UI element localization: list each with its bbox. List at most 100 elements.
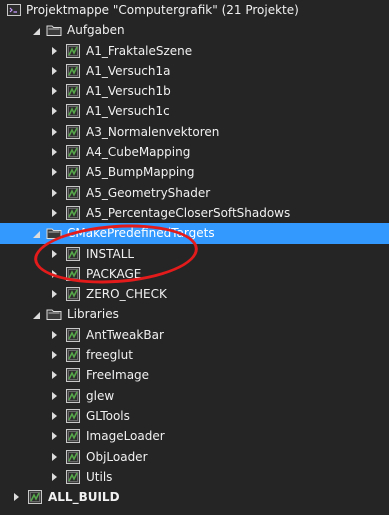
collapse-arrow-icon[interactable] [49, 467, 59, 487]
project-icon [65, 103, 81, 119]
project-icon [65, 164, 81, 180]
collapse-arrow-icon[interactable] [49, 183, 59, 203]
project-row[interactable]: A5_PercentageCloserSoftShadows [0, 203, 389, 223]
project-icon [65, 185, 81, 201]
project-icon [65, 124, 81, 140]
collapse-arrow-icon[interactable] [49, 284, 59, 304]
collapse-arrow-icon[interactable] [11, 487, 21, 507]
project-row[interactable]: AntTweakBar [0, 325, 389, 345]
project-icon [65, 469, 81, 485]
project-row[interactable]: glew [0, 386, 389, 406]
collapse-arrow-icon[interactable] [49, 426, 59, 446]
project-row[interactable]: GLTools [0, 406, 389, 426]
collapse-arrow-icon[interactable] [49, 345, 59, 365]
collapse-arrow-icon[interactable] [49, 162, 59, 182]
project-label: A1_FraktaleSzene [86, 43, 193, 58]
project-label: A1_Versuch1c [86, 104, 170, 119]
project-label: AntTweakBar [86, 327, 164, 342]
project-row-all-build[interactable]: ALL_BUILD [0, 487, 389, 507]
collapse-arrow-icon[interactable] [49, 264, 59, 284]
collapse-arrow-icon[interactable] [49, 203, 59, 223]
project-label: A5_BumpMapping [86, 165, 195, 180]
project-label: glew [86, 388, 115, 403]
project-row[interactable]: Utils [0, 467, 389, 487]
expand-arrow-icon[interactable] [30, 304, 40, 324]
project-label: ObjLoader [86, 449, 148, 464]
collapse-arrow-icon[interactable] [49, 41, 59, 61]
project-icon [65, 388, 81, 404]
project-label: A5_PercentageCloserSoftShadows [86, 205, 291, 220]
folder-icon [46, 306, 62, 322]
project-label: PACKAGE [86, 266, 142, 281]
project-row[interactable]: A1_Versuch1b [0, 81, 389, 101]
project-label: A1_Versuch1b [86, 84, 171, 99]
expand-arrow-icon[interactable] [30, 223, 40, 243]
collapse-arrow-icon[interactable] [49, 142, 59, 162]
project-label: A4_CubeMapping [86, 145, 191, 160]
folder-icon [46, 225, 62, 241]
project-icon [65, 266, 81, 282]
project-row[interactable]: A1_FraktaleSzene [0, 41, 389, 61]
project-row[interactable]: A5_BumpMapping [0, 162, 389, 182]
solution-row[interactable]: Projektmappe "Computergrafik" (21 Projek… [0, 0, 389, 20]
project-row[interactable]: PACKAGE [0, 264, 389, 284]
collapse-arrow-icon[interactable] [49, 406, 59, 426]
project-label: ImageLoader [86, 429, 165, 444]
collapse-arrow-icon[interactable] [49, 122, 59, 142]
folder-row-libraries[interactable]: Libraries [0, 304, 389, 324]
folder-label: Libraries [67, 307, 119, 322]
project-row[interactable]: ImageLoader [0, 426, 389, 446]
project-label: A3_Normalenvektoren [86, 124, 220, 139]
project-icon [65, 449, 81, 465]
solution-icon [6, 2, 22, 18]
project-row[interactable]: INSTALL [0, 244, 389, 264]
collapse-arrow-icon[interactable] [49, 365, 59, 385]
folder-icon [46, 22, 62, 38]
project-row[interactable]: A4_CubeMapping [0, 142, 389, 162]
project-label: INSTALL [86, 246, 135, 261]
project-label: ALL_BUILD [48, 490, 120, 505]
project-label: freeglut [86, 348, 133, 363]
project-icon [65, 428, 81, 444]
project-icon [65, 408, 81, 424]
project-row[interactable]: A3_Normalenvektoren [0, 122, 389, 142]
solution-explorer-tree: Projektmappe "Computergrafik" (21 Projek… [0, 0, 389, 507]
project-icon [65, 205, 81, 221]
folder-label: CMakePredefinedTargets [67, 226, 215, 241]
project-row[interactable]: A1_Versuch1a [0, 61, 389, 81]
solution-label: Projektmappe "Computergrafik" (21 Projek… [26, 3, 299, 17]
project-icon [65, 367, 81, 383]
project-icon [65, 347, 81, 363]
collapse-arrow-icon[interactable] [49, 386, 59, 406]
folder-row-cmakepredefinedtargets[interactable]: CMakePredefinedTargets [0, 223, 389, 244]
project-icon [65, 246, 81, 262]
project-icon [65, 327, 81, 343]
collapse-arrow-icon[interactable] [49, 61, 59, 81]
project-row[interactable]: FreeImage [0, 365, 389, 385]
project-label: A5_GeometryShader [86, 185, 211, 200]
expand-arrow-icon[interactable] [30, 20, 40, 40]
project-label: FreeImage [86, 368, 150, 383]
project-row[interactable]: A5_GeometryShader [0, 183, 389, 203]
project-icon [65, 63, 81, 79]
project-icon [65, 144, 81, 160]
folder-label: Aufgaben [67, 23, 125, 38]
project-icon [65, 286, 81, 302]
project-label: GLTools [86, 408, 130, 423]
project-icon [27, 489, 43, 505]
project-row[interactable]: freeglut [0, 345, 389, 365]
collapse-arrow-icon[interactable] [49, 244, 59, 264]
collapse-arrow-icon[interactable] [49, 325, 59, 345]
project-row[interactable]: ZERO_CHECK [0, 284, 389, 304]
project-label: Utils [86, 469, 113, 484]
project-icon [65, 83, 81, 99]
collapse-arrow-icon[interactable] [49, 101, 59, 121]
project-icon [65, 43, 81, 59]
collapse-arrow-icon[interactable] [49, 81, 59, 101]
collapse-arrow-icon[interactable] [49, 447, 59, 467]
project-row[interactable]: A1_Versuch1c [0, 101, 389, 121]
project-label: ZERO_CHECK [86, 287, 167, 302]
project-row[interactable]: ObjLoader [0, 447, 389, 467]
project-label: A1_Versuch1a [86, 63, 171, 78]
folder-row-aufgaben[interactable]: Aufgaben [0, 20, 389, 40]
